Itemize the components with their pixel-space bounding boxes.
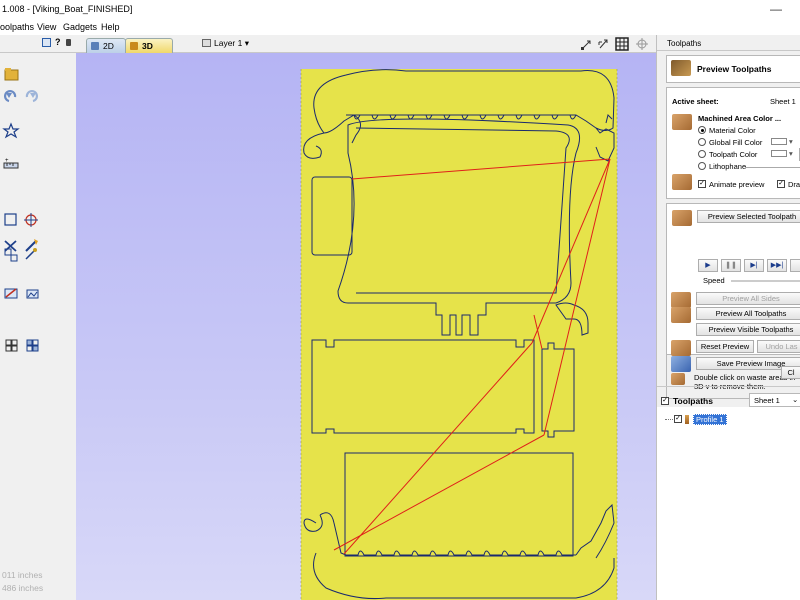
save-image-icon xyxy=(671,356,691,372)
animate-icon xyxy=(672,174,692,190)
profile-1-checkbox[interactable]: ✓ xyxy=(674,415,682,423)
3d-view-icon xyxy=(130,42,138,50)
coord-y-readout: 486 inches xyxy=(2,583,44,593)
preview-selected-button[interactable]: Preview Selected Toolpath xyxy=(697,210,800,223)
preview-all-sides-icon xyxy=(671,292,691,308)
menu-bar: oolpaths View Gadgets Help xyxy=(0,19,800,35)
star-icon[interactable] xyxy=(2,122,20,139)
window-title: 1.008 - [Viking_Boat_FINISHED] xyxy=(2,4,133,14)
window-layout-icon[interactable] xyxy=(42,38,51,47)
animate-preview-checkbox[interactable]: ✓ xyxy=(698,180,706,188)
toolpath-preview-canvas[interactable] xyxy=(76,53,656,600)
global-fill-swatch[interactable] xyxy=(771,138,787,145)
ungroup-icon[interactable] xyxy=(26,339,39,352)
2d-view-icon xyxy=(91,42,99,50)
toolpaths-all-checkbox[interactable]: ✓ xyxy=(661,397,669,405)
chevron-down-icon: ⌄ xyxy=(792,395,799,404)
preview-tool-icon xyxy=(671,60,691,76)
toolpaths-list-title: Toolpaths xyxy=(673,396,713,406)
active-sheet-value: Sheet 1 xyxy=(770,97,796,106)
lithophane-label: Lithophane xyxy=(709,162,747,171)
toolpath-color-label: Toolpath Color xyxy=(709,150,758,159)
help-icon[interactable]: ? xyxy=(55,37,61,47)
fast-forward-icon[interactable]: ▶▶| xyxy=(767,259,787,272)
snap-icon[interactable] xyxy=(581,40,591,50)
svg-text:+: + xyxy=(5,158,9,164)
preview-title: Preview Toolpaths xyxy=(697,64,772,74)
play-icon[interactable]: ▶ xyxy=(698,259,718,272)
fit-view-icon[interactable] xyxy=(598,39,608,49)
menu-toolpaths[interactable]: oolpaths xyxy=(0,22,34,32)
minimize-button[interactable]: — xyxy=(770,2,782,16)
menu-view[interactable]: View xyxy=(37,22,56,32)
group-icon[interactable] xyxy=(5,339,18,352)
machined-area-icon xyxy=(672,114,692,130)
preview-all-sides-button[interactable]: Preview All Sides xyxy=(696,292,800,305)
lithophane-slider[interactable] xyxy=(745,167,800,168)
tab-2d-view[interactable]: 2D View xyxy=(86,38,126,61)
machined-area-label: Machined Area Color ... xyxy=(698,114,782,123)
ruler-icon[interactable]: + xyxy=(3,158,19,169)
sheet-dropdown[interactable]: Sheet 1 ⌄ xyxy=(749,393,800,407)
left-toolbar: + 011 inches 486 inches xyxy=(0,53,76,600)
material-color-label: Material Color xyxy=(709,126,756,135)
left-toolbar-icons: + xyxy=(2,68,39,352)
chevron-down-icon[interactable]: ▾ xyxy=(789,149,793,158)
material-color-radio[interactable] xyxy=(698,126,706,134)
panel-divider xyxy=(657,386,800,387)
menu-help[interactable]: Help xyxy=(101,22,120,32)
close-button[interactable]: Cl xyxy=(781,366,800,379)
preview-title-box: Preview Toolpaths xyxy=(666,55,800,83)
preview-options-box: Active sheet: Sheet 1 Machined Area Colo… xyxy=(666,87,800,199)
view-toolbar-icons xyxy=(581,37,648,51)
active-sheet-label: Active sheet: xyxy=(672,97,719,106)
step-forward-icon[interactable]: ▶| xyxy=(744,259,764,272)
hint-icon xyxy=(671,373,685,385)
layers-icon xyxy=(202,39,211,47)
toolpath-color-radio[interactable] xyxy=(698,150,706,158)
animate-preview-label: Animate preview xyxy=(709,180,765,189)
toolpaths-panel-header: Toolpaths xyxy=(657,35,800,51)
toolpaths-panel: Toolpaths Preview Toolpaths Active sheet… xyxy=(656,35,800,600)
end-mill-icon xyxy=(685,415,689,424)
draw-to-checkbox[interactable]: ✓ xyxy=(777,180,785,188)
toolpaths-list: ✓ Profile 1 xyxy=(657,407,800,600)
pause-icon[interactable]: ❚❚ xyxy=(721,259,741,272)
preview-selected-icon xyxy=(672,210,692,226)
draw-to-label: Draw to xyxy=(788,180,800,189)
select-box-icon[interactable] xyxy=(4,213,17,226)
tab-3d-view[interactable]: 3D View xyxy=(125,38,173,61)
crosshair-icon[interactable] xyxy=(636,38,648,50)
open-folder-icon[interactable] xyxy=(4,68,19,81)
grid-icon[interactable] xyxy=(615,37,629,51)
layer-dropdown[interactable]: Layer 1 ▾ xyxy=(202,38,249,49)
chevron-down-icon[interactable]: ▾ xyxy=(789,137,793,146)
image-edit-icon[interactable] xyxy=(4,288,18,299)
menu-gadgets[interactable]: Gadgets xyxy=(63,22,97,32)
toolpaths-panel-title: Toolpaths xyxy=(667,39,702,48)
toolpath-color-swatch[interactable] xyxy=(771,150,787,157)
pin-icon[interactable] xyxy=(66,39,71,46)
global-fill-label: Global Fill Color xyxy=(709,138,763,147)
coord-x-readout: 011 inches xyxy=(2,570,43,580)
node-edit-icon[interactable] xyxy=(24,213,38,227)
speed-label: Speed xyxy=(703,276,725,285)
redo-icon[interactable] xyxy=(25,90,38,103)
3d-viewport[interactable] xyxy=(76,53,656,600)
tree-connector xyxy=(665,419,673,420)
profile-1-item[interactable]: Profile 1 xyxy=(693,414,727,425)
title-bar: 1.008 - [Viking_Boat_FINISHED] — xyxy=(0,0,800,19)
layer-label: Layer 1 xyxy=(214,38,243,48)
undo-icon[interactable] xyxy=(4,90,17,103)
end-icon[interactable] xyxy=(790,259,800,272)
image-icon[interactable] xyxy=(26,289,39,299)
sheet-dropdown-value: Sheet 1 xyxy=(754,396,780,405)
lithophane-radio[interactable] xyxy=(698,162,706,170)
speed-slider[interactable] xyxy=(731,280,800,282)
view-tabs-bar: ? 2D View 3D View Layer 1 ▾ xyxy=(0,35,656,61)
global-fill-radio[interactable] xyxy=(698,138,706,146)
